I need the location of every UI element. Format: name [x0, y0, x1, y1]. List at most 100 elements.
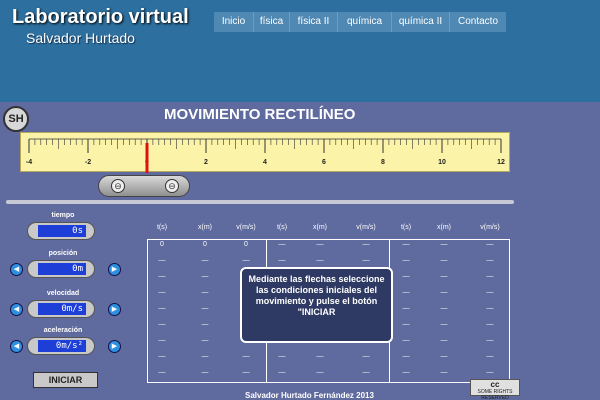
table-cell: — [402, 257, 410, 264]
velocidad-increase-button[interactable]: ▶ [108, 303, 121, 316]
simulation-title: MOVIMIENTO RECTILÍNEO [164, 106, 356, 123]
table-header: t(s) [276, 224, 288, 231]
sh-logo: SH [3, 106, 29, 132]
table-cell: — [440, 257, 448, 264]
velocidad-value: 0m/s [38, 303, 86, 315]
table-cell: — [201, 257, 209, 264]
simulation-panel: SH MOVIMIENTO RECTILÍNEO -4 -2 0 2 4 6 8 10 12 ⊖… [0, 102, 600, 400]
cart: ⊖ ⊖ [98, 175, 190, 197]
instruction-message: Mediante las flechas seleccione las cond… [240, 267, 393, 343]
table-header: x(m) [198, 224, 212, 231]
site-subtitle: Salvador Hurtado [26, 30, 135, 46]
table-cell: — [362, 353, 370, 360]
ruler: -4-2024681012 [20, 132, 510, 173]
table-cell: 0 [244, 241, 248, 248]
ruler-scale: -4-2024681012 [26, 138, 505, 173]
ruler-label: 12 [497, 159, 505, 166]
table-cell: — [440, 305, 448, 312]
site-title[interactable]: Laboratorio virtual [12, 6, 189, 29]
iniciar-button[interactable]: INICIAR [33, 372, 98, 388]
cart-wheel-right-icon: ⊖ [165, 179, 179, 193]
table-header: x(m) [313, 224, 327, 231]
table-cell: — [158, 337, 166, 344]
ruler-label: 10 [438, 159, 446, 166]
table-cell: — [440, 289, 448, 296]
velocidad-display: 0m/s [27, 300, 95, 318]
table-cell: — [201, 305, 209, 312]
table-header: t(s) [400, 224, 412, 231]
ruler-label: -2 [85, 159, 91, 166]
table-header: v(m/s) [356, 224, 376, 231]
position-marker [145, 143, 149, 173]
site-header: Laboratorio virtual Salvador Hurtado Ini… [0, 0, 600, 102]
table-cell: — [278, 353, 286, 360]
table-cell: — [440, 369, 448, 376]
nav-item-inicio[interactable]: Inicio [214, 12, 254, 32]
velocidad-decrease-button[interactable]: ◀ [10, 303, 23, 316]
table-cell: — [486, 321, 494, 328]
table-cell: 0 [160, 241, 164, 248]
posicion-display: 0m [27, 260, 95, 278]
table-cell: — [486, 241, 494, 248]
table-header: v(m/s) [236, 224, 256, 231]
table-cell: — [440, 337, 448, 344]
posicion-increase-button[interactable]: ▶ [108, 263, 121, 276]
aceleracion-label: aceleración [43, 327, 83, 334]
table-cell: — [486, 369, 494, 376]
table-cell: — [316, 353, 324, 360]
table-header: v(m/s) [480, 224, 500, 231]
aceleracion-decrease-button[interactable]: ◀ [10, 340, 23, 353]
table-cell: — [440, 321, 448, 328]
table-cell: — [362, 369, 370, 376]
cc-badge-text: SOME RIGHTS RESERVED [477, 389, 513, 400]
cc-license-badge[interactable]: cc SOME RIGHTS RESERVED [470, 379, 520, 400]
table-cell: — [201, 321, 209, 328]
nav-item-fisica[interactable]: física [254, 12, 290, 32]
posicion-decrease-button[interactable]: ◀ [10, 263, 23, 276]
ruler-label: 4 [263, 159, 267, 166]
ruler-label: 2 [204, 159, 208, 166]
tiempo-label: tiempo [51, 212, 75, 219]
aceleracion-increase-button[interactable]: ▶ [108, 340, 121, 353]
table-cell: — [402, 241, 410, 248]
table-cell: — [158, 305, 166, 312]
table-cell: — [158, 257, 166, 264]
table-cell: — [486, 257, 494, 264]
tiempo-display: 0s [27, 222, 95, 240]
table-cell: — [242, 257, 250, 264]
table-header: t(s) [156, 224, 168, 231]
table-cell: — [316, 369, 324, 376]
footer-credit: Salvador Hurtado Fernández 2013 [245, 391, 374, 400]
table-cell: — [242, 369, 250, 376]
aceleracion-display: 0m/s² [27, 337, 95, 355]
table-cell: — [486, 273, 494, 280]
table-cell: — [201, 353, 209, 360]
posicion-value: 0m [38, 263, 86, 275]
table-cell: — [201, 273, 209, 280]
ruler-label: 6 [322, 159, 326, 166]
table-cell: — [440, 241, 448, 248]
posicion-label: posición [48, 250, 78, 257]
cart-wheel-left-icon: ⊖ [111, 179, 125, 193]
table-cell: — [278, 369, 286, 376]
ruler-label: -4 [26, 159, 32, 166]
table-cell: — [486, 337, 494, 344]
table-cell: — [158, 369, 166, 376]
table-cell: — [440, 353, 448, 360]
nav-item-contacto[interactable]: Contacto [450, 12, 506, 32]
table-cell: — [201, 369, 209, 376]
track [6, 200, 514, 204]
table-cell: — [158, 321, 166, 328]
table-cell: — [486, 305, 494, 312]
nav-item-quimica-ii[interactable]: química II [392, 12, 450, 32]
table-cell: — [201, 337, 209, 344]
nav-item-quimica[interactable]: química [338, 12, 392, 32]
table-header: x(m) [437, 224, 451, 231]
nav-item-fisica-ii[interactable]: física II [290, 12, 338, 32]
table-cell: — [158, 289, 166, 296]
nav-bar: Inicio física física II química química … [214, 12, 506, 32]
table-cell: — [362, 257, 370, 264]
table-cell: — [486, 353, 494, 360]
table-cell: — [402, 369, 410, 376]
table-cell: — [362, 241, 370, 248]
